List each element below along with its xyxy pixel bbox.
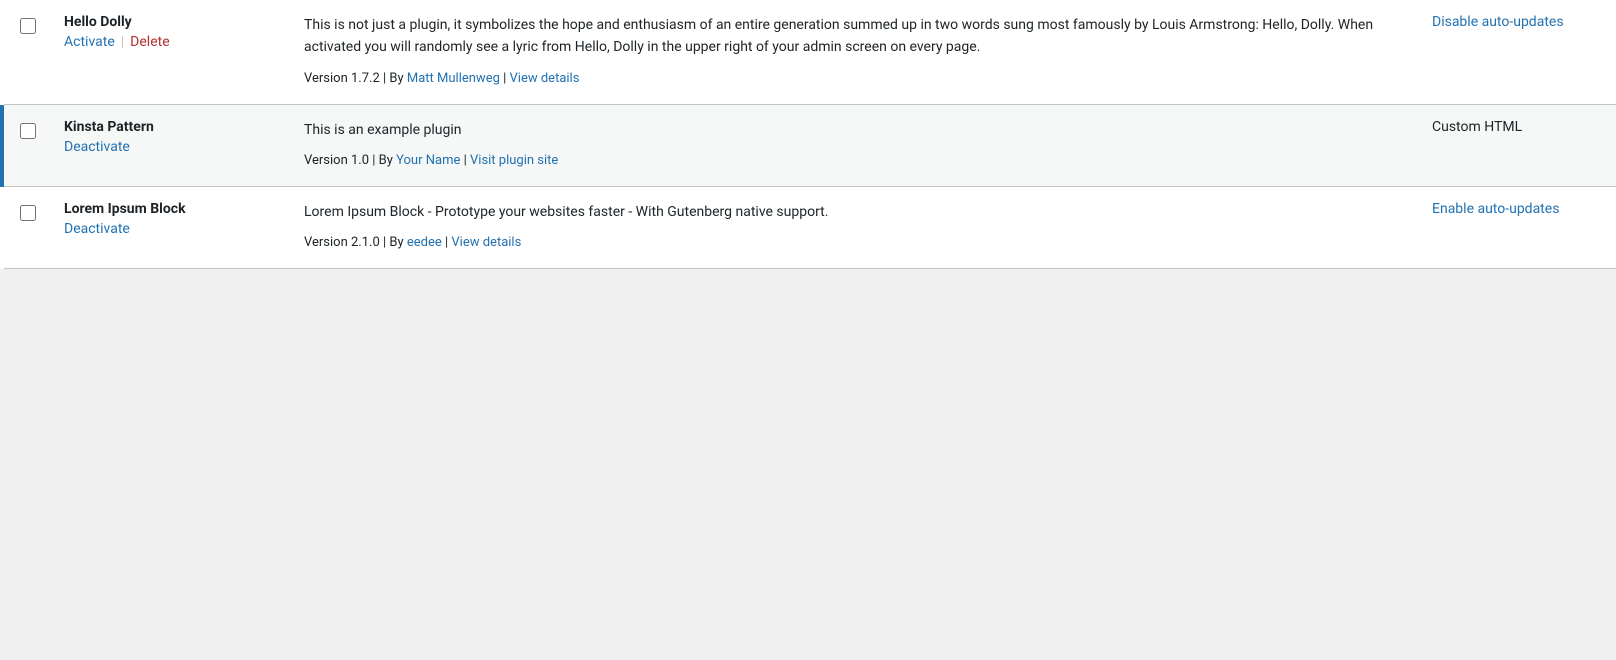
plugin-checkbox-cell-kinsta-pattern xyxy=(2,104,48,186)
plugin-autoupdate-cell-hello-dolly: Disable auto-updates xyxy=(1416,0,1616,104)
version-separator-hello-dolly: | xyxy=(500,71,510,86)
plugin-author-kinsta-pattern[interactable]: Your Name xyxy=(396,153,460,168)
plugin-version-info-hello-dolly: Version 1.7.2 | By Matt Mullenweg | View… xyxy=(304,69,1400,90)
plugin-view-details-kinsta-pattern[interactable]: Visit plugin site xyxy=(470,153,558,168)
plugin-version-lorem-ipsum-block: Version 2.1.0 | By xyxy=(304,235,407,250)
plugin-description-lorem-ipsum-block: Lorem Ipsum Block - Prototype your websi… xyxy=(304,201,1400,223)
version-separator-kinsta-pattern: | xyxy=(460,153,470,168)
plugin-author-lorem-ipsum-block[interactable]: eedee xyxy=(407,235,442,250)
plugin-view-details-hello-dolly[interactable]: View details xyxy=(510,71,580,86)
plugin-name-hello-dolly: Hello Dolly xyxy=(64,14,272,30)
plugin-name-cell-lorem-ipsum-block: Lorem Ipsum Block Deactivate xyxy=(48,186,288,268)
plugin-name-kinsta-pattern: Kinsta Pattern xyxy=(64,119,272,135)
delete-hello-dolly[interactable]: Delete xyxy=(130,34,169,50)
plugin-row-kinsta-pattern: Kinsta Pattern Deactivate This is an examp… xyxy=(2,104,1616,186)
plugin-name-cell-hello-dolly: Hello Dolly Activate | Delete xyxy=(48,0,288,104)
plugin-name-cell-kinsta-pattern: Kinsta Pattern Deactivate xyxy=(48,104,288,186)
plugin-autoupdate-cell-lorem-ipsum-block: Enable auto-updates xyxy=(1416,186,1616,268)
plugin-description-kinsta-pattern: This is an example plugin xyxy=(304,119,1400,141)
plugin-version-info-kinsta-pattern: Version 1.0 | By Your Name | Visit plugi… xyxy=(304,151,1400,172)
plugin-checkbox-cell-hello-dolly xyxy=(2,0,48,104)
plugin-version-hello-dolly: Version 1.7.2 | By xyxy=(304,71,407,86)
plugin-autoupdate-cell-kinsta-pattern: Custom HTML xyxy=(1416,104,1616,186)
plugin-actions-kinsta-pattern: Deactivate xyxy=(64,139,272,155)
plugin-row-lorem-ipsum-block: Lorem Ipsum BlockDeactivateLorem Ipsum B… xyxy=(2,186,1616,268)
activate-hello-dolly[interactable]: Activate xyxy=(64,34,115,50)
plugin-name-lorem-ipsum-block: Lorem Ipsum Block xyxy=(64,201,272,217)
deactivate-kinsta[interactable]: Deactivate xyxy=(64,139,130,155)
plugin-description-cell-hello-dolly: This is not just a plugin, it symbolizes… xyxy=(288,0,1416,104)
version-separator-lorem-ipsum-block: | xyxy=(442,235,452,250)
plugin-actions-hello-dolly: Activate | Delete xyxy=(64,34,272,50)
plugin-autoupdate-hello-dolly[interactable]: Disable auto-updates xyxy=(1432,14,1564,30)
plugin-description-cell-lorem-ipsum-block: Lorem Ipsum Block - Prototype your websi… xyxy=(288,186,1416,268)
plugins-table: Hello Dolly Activate | Delete This is not ju… xyxy=(0,0,1616,269)
plugin-checkbox-cell-lorem-ipsum-block xyxy=(2,186,48,268)
plugin-autoupdate-lorem-ipsum-block[interactable]: Enable auto-updates xyxy=(1432,201,1559,217)
plugin-view-details-lorem-ipsum-block[interactable]: View details xyxy=(451,235,521,250)
plugin-description-hello-dolly: This is not just a plugin, it symbolizes… xyxy=(304,14,1400,59)
plugin-row-hello-dolly: Hello Dolly Activate | Delete This is not ju… xyxy=(2,0,1616,104)
action-separator: | xyxy=(121,34,124,50)
plugin-author-hello-dolly[interactable]: Matt Mullenweg xyxy=(407,71,500,86)
plugin-version-info-lorem-ipsum-block: Version 2.1.0 | By eedee | View details xyxy=(304,233,1400,254)
plugin-version-kinsta-pattern: Version 1.0 | By xyxy=(304,153,396,168)
plugin-actions-lorem-ipsum-block: Deactivate xyxy=(64,221,272,237)
plugin-autoupdate-kinsta-pattern: Custom HTML xyxy=(1432,119,1522,135)
plugin-checkbox-kinsta-pattern[interactable] xyxy=(20,123,36,139)
plugin-checkbox-hello-dolly[interactable] xyxy=(20,18,36,34)
deactivate-lorem[interactable]: Deactivate xyxy=(64,221,130,237)
plugin-checkbox-lorem-ipsum-block[interactable] xyxy=(20,205,36,221)
plugin-description-cell-kinsta-pattern: This is an example plugin Version 1.0 | B… xyxy=(288,104,1416,186)
